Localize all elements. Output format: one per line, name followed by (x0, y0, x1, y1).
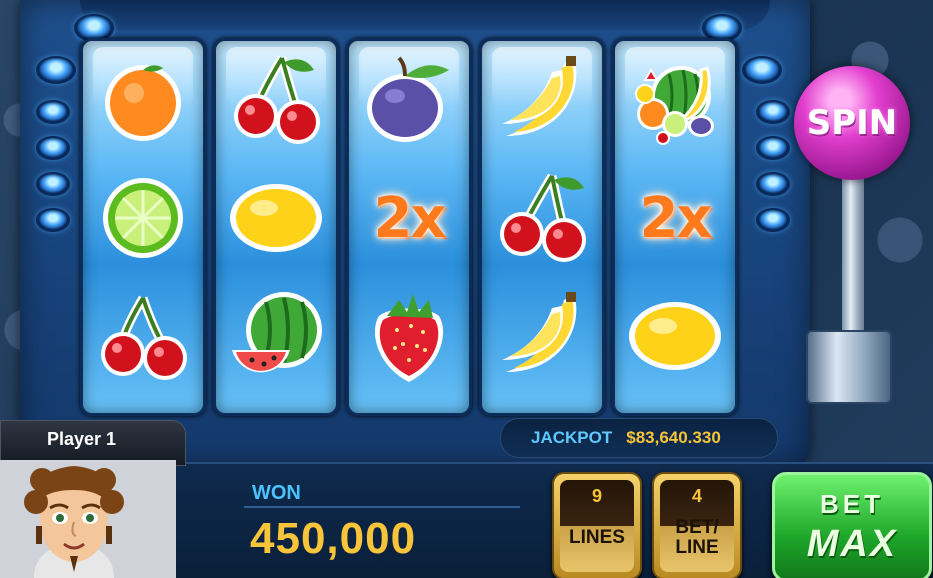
light-icon (36, 208, 70, 232)
banana-icon (482, 41, 602, 159)
light-icon (756, 100, 790, 124)
plum-icon (349, 41, 469, 159)
strawberry-icon (349, 277, 469, 395)
lever-rod[interactable] (842, 160, 864, 350)
reel-4 (479, 38, 605, 416)
multiplier-symbol: 2x (639, 185, 712, 251)
bet-per-line-label-2: LINE (675, 537, 719, 558)
slot-machine-scene: 2x 2x SPIN JACKPOT $83,640.330 Player 1 … (0, 0, 933, 578)
cabinet-top-trim (80, 0, 770, 30)
bet-max-button[interactable]: BET MAX (772, 472, 932, 578)
lever-base (806, 330, 892, 404)
lines-button[interactable]: 9 LINES (552, 472, 642, 578)
light-icon (36, 100, 70, 124)
player-avatar-icon (0, 460, 176, 578)
reel-1 (80, 38, 206, 416)
cherry-icon (216, 41, 336, 159)
fruit-mix-icon (615, 41, 735, 159)
jackpot-display: JACKPOT $83,640.330 (500, 418, 778, 458)
won-label: WON (252, 482, 301, 504)
multiplier-symbol: 2x (373, 185, 446, 251)
bet-per-line-label-1: BET/ (675, 517, 719, 538)
light-icon (742, 56, 782, 84)
spin-label: SPIN (806, 103, 898, 143)
cherry-icon (83, 277, 203, 395)
reel-5: 2x (612, 38, 738, 416)
reel-3: 2x (346, 38, 472, 416)
bet-max-label-1: BET (820, 489, 884, 519)
light-icon (756, 172, 790, 196)
light-icon (756, 208, 790, 232)
reel-2 (213, 38, 339, 416)
light-icon (36, 172, 70, 196)
jackpot-label: JACKPOT (531, 428, 613, 447)
avatar[interactable] (0, 460, 176, 578)
banana-icon (482, 277, 602, 395)
light-icon (756, 136, 790, 160)
player-name: Player 1 (47, 429, 117, 449)
bet-per-line-label: BET/ LINE (654, 518, 740, 558)
lemon-icon (216, 159, 336, 277)
bet-max-label-2: MAX (806, 523, 898, 565)
lime-icon (83, 159, 203, 277)
cherry-icon (482, 159, 602, 277)
lines-value: 9 (591, 486, 602, 506)
lines-label: LINES (569, 527, 625, 548)
light-icon (36, 56, 76, 84)
light-icon (36, 136, 70, 160)
bet-per-line-button[interactable]: 4 BET/ LINE (652, 472, 742, 578)
won-divider (244, 506, 520, 508)
won-value: 450,000 (250, 514, 417, 563)
orange-icon (83, 41, 203, 159)
jackpot-value: $83,640.330 (626, 428, 721, 447)
lemon-icon (615, 277, 735, 395)
bet-per-line-value: 4 (691, 486, 702, 506)
watermelon-icon (216, 277, 336, 395)
spin-button[interactable]: SPIN (794, 66, 910, 180)
